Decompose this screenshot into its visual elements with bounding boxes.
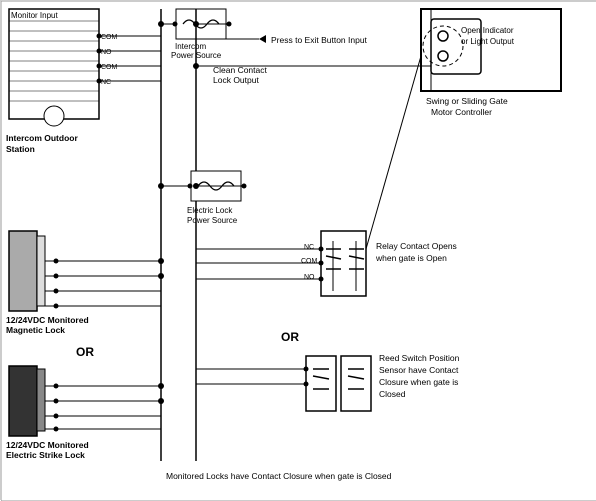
svg-text:COM: COM [101,64,118,71]
svg-text:NO: NO [304,274,315,281]
svg-text:12/24VDC Monitored: 12/24VDC Monitored [6,315,89,325]
svg-text:Monitored Locks have Contact C: Monitored Locks have Contact Closure whe… [166,471,392,481]
svg-text:OR: OR [281,330,299,344]
svg-text:12/24VDC Monitored: 12/24VDC Monitored [6,440,89,450]
svg-text:NC: NC [304,244,314,251]
svg-text:or Light Output: or Light Output [461,37,515,46]
svg-text:COM: COM [301,258,318,265]
svg-text:OR: OR [76,345,94,359]
svg-text:Magnetic Lock: Magnetic Lock [6,325,65,335]
wiring-diagram: Monitor Input COM NO COM NC Intercom Out… [0,0,596,500]
svg-text:Closed: Closed [379,389,406,399]
svg-text:Motor Controller: Motor Controller [431,107,492,117]
svg-text:Intercom: Intercom [175,42,206,51]
svg-text:COM: COM [101,34,118,41]
svg-text:NC: NC [101,79,111,86]
svg-text:Open Indicator: Open Indicator [461,26,514,35]
svg-text:Reed Switch Position: Reed Switch Position [379,353,460,363]
svg-text:NO: NO [101,49,112,56]
svg-text:Station: Station [6,144,35,154]
svg-text:Swing or Sliding Gate: Swing or Sliding Gate [426,96,508,106]
svg-text:Closure when gate is: Closure when gate is [379,377,458,387]
svg-text:Power Source: Power Source [187,216,238,225]
svg-text:when gate is Open: when gate is Open [375,253,447,263]
svg-text:Intercom Outdoor: Intercom Outdoor [6,133,78,143]
svg-text:Press to Exit Button Input: Press to Exit Button Input [271,35,368,45]
svg-text:Electric Lock: Electric Lock [187,206,233,215]
svg-text:Sensor have Contact: Sensor have Contact [379,365,459,375]
svg-text:Monitor Input: Monitor Input [11,11,58,20]
svg-text:Relay Contact Opens: Relay Contact Opens [376,241,457,251]
svg-text:Lock Output: Lock Output [213,75,259,85]
svg-text:Electric Strike Lock: Electric Strike Lock [6,450,85,460]
